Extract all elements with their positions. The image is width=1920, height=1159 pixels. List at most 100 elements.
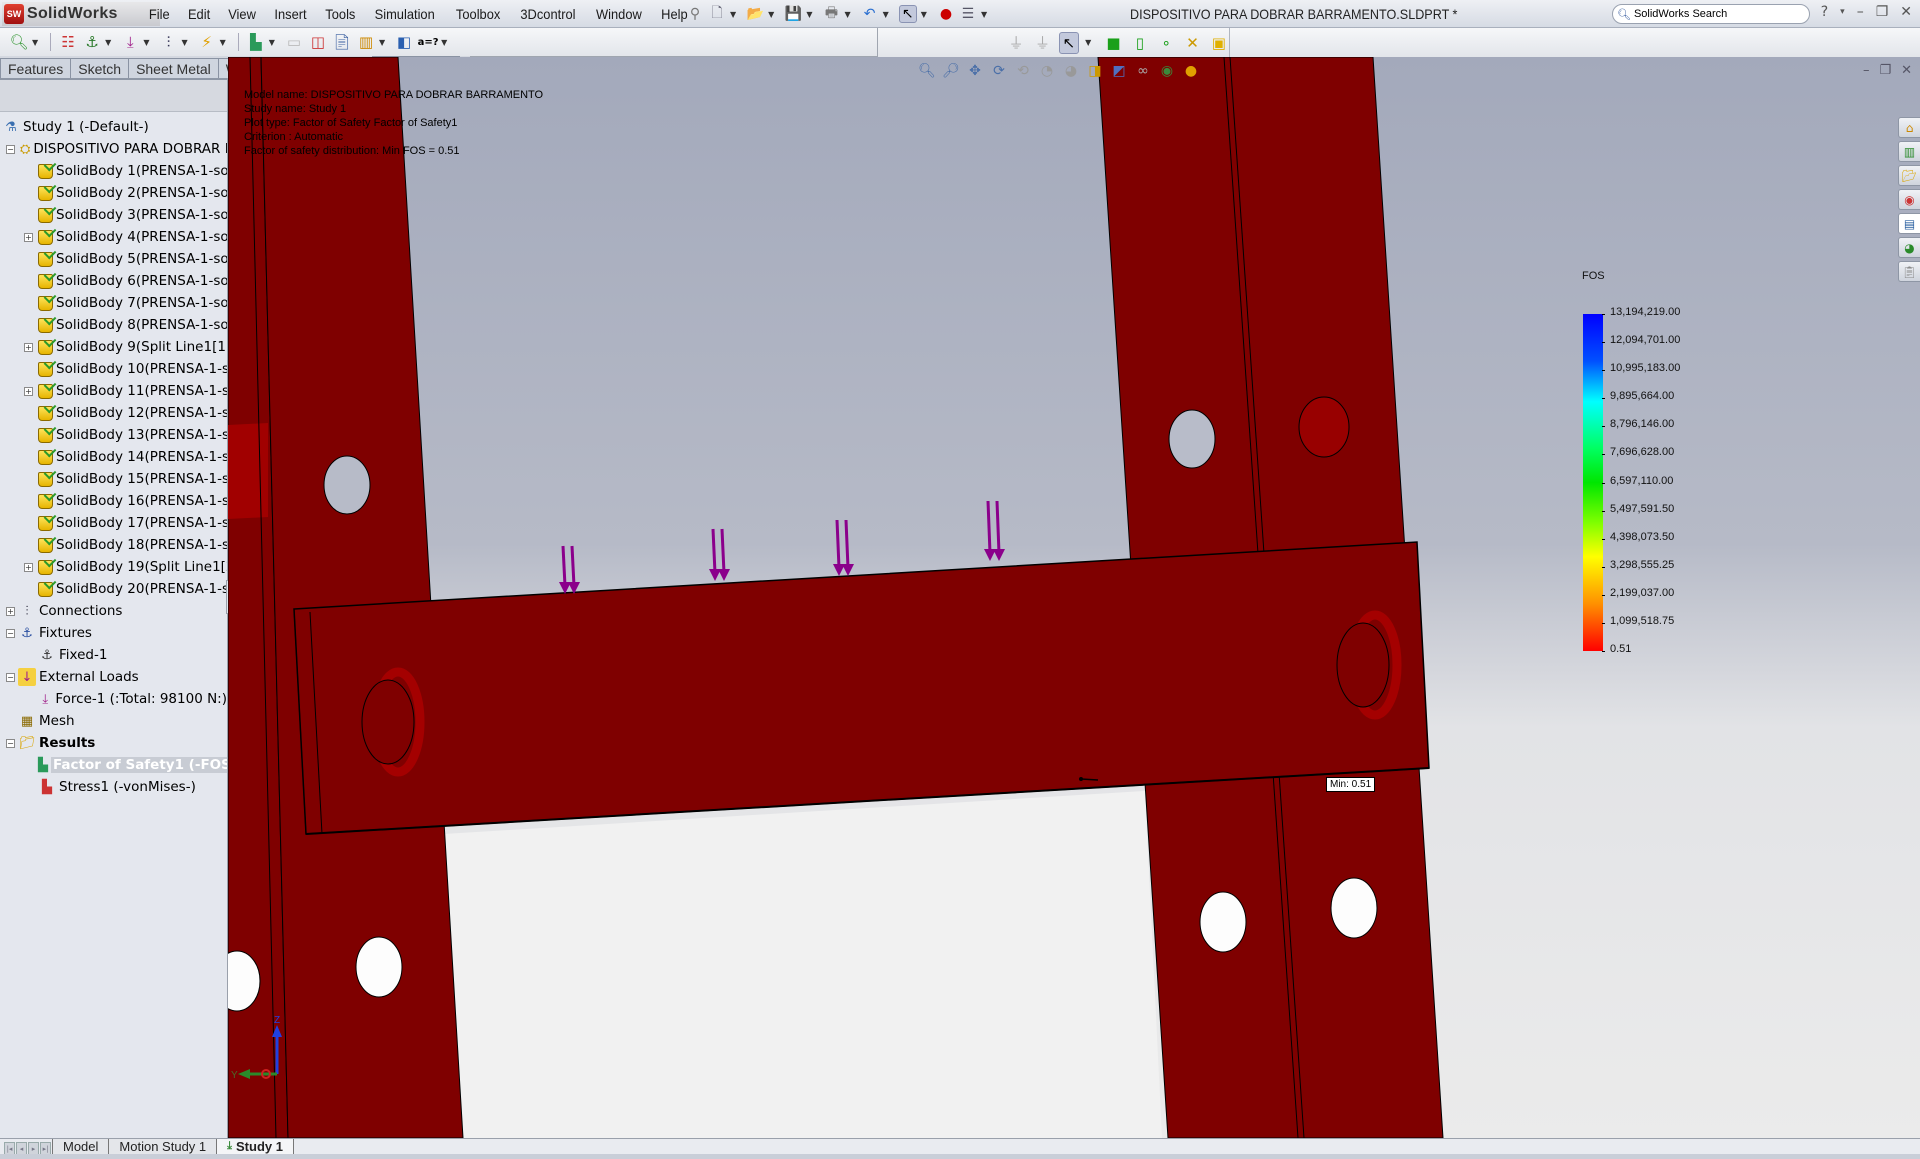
menu-tools[interactable]: Tools <box>318 6 363 22</box>
undo-icon[interactable]: ↶ <box>861 5 879 23</box>
tab-study-1[interactable]: ⤓ Study 1 <box>216 1139 294 1155</box>
select-dropdown-icon[interactable]: ▼ <box>921 10 927 19</box>
connections-dropdown-icon[interactable]: ▼ <box>181 38 187 47</box>
viewport-restore-icon[interactable]: ❐ <box>1879 63 1891 78</box>
menu-toolbox[interactable]: Toolbox <box>448 6 507 22</box>
expand-icon[interactable]: + <box>6 606 15 616</box>
save-dropdown-icon[interactable]: ▼ <box>806 10 812 19</box>
tree-result-fos[interactable]: ▙ Factor of Safety1 (-FOS-) <box>0 754 227 776</box>
appearances-scenes-icon[interactable]: ◕ <box>1898 237 1920 258</box>
minimize-icon[interactable]: – <box>1857 4 1864 20</box>
tree-solid-body[interactable]: + SolidBody 11(PRENSA-1-sol <box>0 380 227 402</box>
tab-sketch[interactable]: Sketch <box>70 58 130 78</box>
collapse-icon[interactable]: − <box>6 144 15 154</box>
tree-solid-body[interactable]: SolidBody 16(PRENSA-1-sol <box>0 490 227 512</box>
rotate-icon[interactable]: ⟳ <box>990 62 1008 80</box>
tree-solid-body[interactable]: SolidBody 13(PRENSA-1-sol <box>0 424 227 446</box>
filter-bodies-icon[interactable]: ▣ <box>1209 32 1229 54</box>
study-dropdown-icon[interactable]: ▼ <box>32 38 38 47</box>
tree-solid-body[interactable]: SolidBody 10(PRENSA-1-sol <box>0 358 227 380</box>
pan-icon[interactable]: ✥ <box>966 62 984 80</box>
design-check-icon[interactable]: a=? <box>417 31 439 53</box>
roll-icon[interactable]: ⟲ <box>1014 62 1032 80</box>
tree-solid-body[interactable]: SolidBody 2(PRENSA-1-solid <box>0 182 227 204</box>
tree-solid-body[interactable]: + SolidBody 4(PRENSA-1-solid <box>0 226 227 248</box>
menu-insert[interactable]: Insert <box>267 6 314 22</box>
print-dropdown-icon[interactable]: ▼ <box>844 10 850 19</box>
search-results-icon[interactable]: ◉ <box>1898 189 1920 210</box>
tree-mesh[interactable]: ▦ Mesh <box>0 710 227 732</box>
dynamic-annotation-icon[interactable]: ◨ <box>1086 62 1104 80</box>
rebuild-traffic-light-icon[interactable]: ● <box>937 5 955 23</box>
expand-icon[interactable]: + <box>24 342 33 352</box>
help-dropdown-icon[interactable]: ▾ <box>1840 7 1845 20</box>
pushpin-icon[interactable]: ⚲ <box>686 5 704 23</box>
design-check-dropdown-icon[interactable]: ▼ <box>441 38 447 47</box>
viewport-minimize-icon[interactable]: – <box>1863 63 1870 78</box>
menu-file[interactable]: File <box>142 6 177 22</box>
study-advisor-icon[interactable]: 🔍︎ <box>8 31 30 53</box>
tree-solid-body[interactable]: + SolidBody 19(Split Line1[2]) <box>0 556 227 578</box>
run-dropdown-icon[interactable]: ▼ <box>220 38 226 47</box>
results-dropdown-icon[interactable]: ▼ <box>269 38 275 47</box>
help-icon[interactable]: ? <box>1821 4 1828 20</box>
tree-fixed-1[interactable]: ⚓︎ Fixed-1 <box>0 644 227 666</box>
tree-study[interactable]: ⚗ Study 1 (-Default-) <box>0 116 227 138</box>
view-palette-icon[interactable]: ▤ <box>1898 213 1920 234</box>
tree-solid-body[interactable]: SolidBody 17(PRENSA-1-sol <box>0 512 227 534</box>
zoom-to-area-icon[interactable]: 🔎︎ <box>942 62 960 80</box>
solidworks-logo[interactable]: SW SolidWorks <box>2 2 160 26</box>
print-icon[interactable]: 🖶 <box>822 5 840 23</box>
filter-vertices-icon[interactable]: ∘ <box>1156 32 1176 54</box>
tree-fixtures[interactable]: − ⚓︎ Fixtures <box>0 622 227 644</box>
tree-solid-body[interactable]: + SolidBody 9(Split Line1[1]) (- <box>0 336 227 358</box>
previous-view-icon[interactable]: ◔ <box>1038 62 1056 80</box>
plot-tools-dropdown-icon[interactable]: ▼ <box>379 38 385 47</box>
view-orientation-icon[interactable]: ◩ <box>1110 62 1128 80</box>
menu-window[interactable]: Window <box>589 6 650 22</box>
expand-icon[interactable]: + <box>24 562 33 572</box>
tree-solid-body[interactable]: SolidBody 5(PRENSA-1-solid <box>0 248 227 270</box>
options-list-icon[interactable]: ☰ <box>959 5 977 23</box>
solidworks-resources-icon[interactable]: ⌂ <box>1898 117 1920 138</box>
undo-dropdown-icon[interactable]: ▼ <box>883 10 889 19</box>
tree-solid-body[interactable]: SolidBody 6(PRENSA-1-solid <box>0 270 227 292</box>
tab-sheet-metal[interactable]: Sheet Metal <box>128 58 219 78</box>
deformed-result-icon[interactable]: ▭ <box>283 31 305 53</box>
tree-solid-body[interactable]: SolidBody 1(PRENSA-1-solid <box>0 160 227 182</box>
plot-tools-icon[interactable]: ▥ <box>355 31 377 53</box>
expand-icon[interactable]: + <box>24 386 33 396</box>
select-dropdown-icon[interactable]: ▼ <box>1085 38 1091 47</box>
open-dropdown-icon[interactable]: ▼ <box>768 10 774 19</box>
tree-solid-body[interactable]: SolidBody 3(PRENSA-1-solid <box>0 204 227 226</box>
restore-icon[interactable]: ❐ <box>1876 4 1889 20</box>
tab-model[interactable]: Model <box>52 1139 110 1155</box>
display-style-icon[interactable]: ∞ <box>1134 62 1152 80</box>
tree-solid-body[interactable]: SolidBody 8(PRENSA-1-solid <box>0 314 227 336</box>
save-icon[interactable]: 💾 <box>784 5 802 23</box>
tab-features[interactable]: Features <box>0 58 72 78</box>
menu-edit[interactable]: Edit <box>180 6 217 22</box>
apply-scene-icon[interactable]: ◉ <box>1158 62 1176 80</box>
min-fos-annotation[interactable]: Min: 0.51 <box>1326 777 1376 792</box>
expand-icon[interactable]: + <box>24 232 33 242</box>
custom-properties-icon[interactable]: 📋︎ <box>1898 261 1920 282</box>
tree-solid-body[interactable]: SolidBody 20(PRENSA-1-sol <box>0 578 227 600</box>
viewport-close-icon[interactable]: ✕ <box>1901 63 1912 78</box>
filter-edges-icon[interactable]: ▯ <box>1130 32 1150 54</box>
run-icon[interactable]: ⚡ <box>196 31 218 53</box>
close-icon[interactable]: ✕ <box>1900 4 1912 20</box>
compare-results-icon[interactable]: ◫ <box>307 31 329 53</box>
new-dropdown-icon[interactable]: ▼ <box>730 10 736 19</box>
results-advisor-icon[interactable]: ▙ <box>245 31 267 53</box>
solidworks-search[interactable]: 🔍︎ SolidWorks Search <box>1612 4 1810 24</box>
include-image-icon[interactable]: ◧ <box>393 31 415 53</box>
connections-icon[interactable]: ⫶ <box>157 31 179 53</box>
tree-connections[interactable]: + ⫶ Connections <box>0 600 227 622</box>
menu-3dcontrol[interactable]: 3Dcontrol <box>513 6 583 22</box>
zoom-to-fit-icon[interactable]: 🔍︎ <box>918 62 936 80</box>
tab-motion-study-1[interactable]: Motion Study 1 <box>108 1139 218 1155</box>
external-loads-icon[interactable]: ⤓ <box>119 31 141 53</box>
filter-toggle-icon[interactable]: ⏚ <box>1032 32 1052 54</box>
tree-solid-body[interactable]: SolidBody 14(PRENSA-1-sol <box>0 446 227 468</box>
